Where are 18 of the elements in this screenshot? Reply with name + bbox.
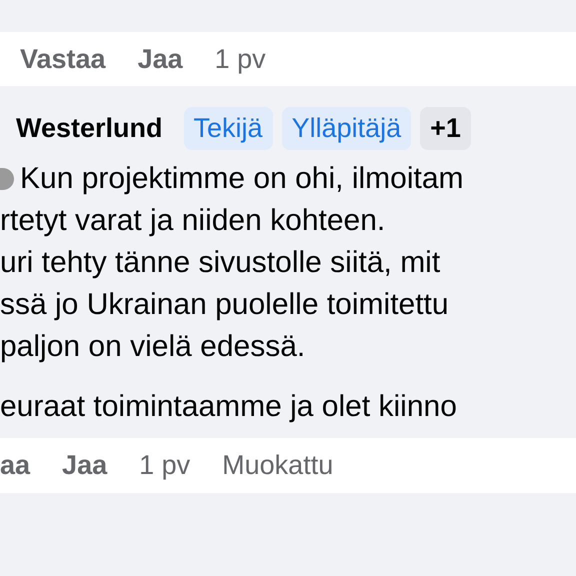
more-badges-button[interactable]: +1 xyxy=(420,106,471,150)
action-link[interactable]: Jaa xyxy=(62,450,108,481)
timestamp-text: Muokattu xyxy=(222,450,334,481)
comment-text: ssä jo Ukrainan puolelle toimitettu xyxy=(0,288,449,322)
comment-text: euraat toimintaamme ja olet kiinno xyxy=(0,390,457,424)
author-name[interactable]: Westerlund xyxy=(16,112,163,144)
action-link[interactable]: aa xyxy=(0,450,30,481)
action-link[interactable]: Vastaa xyxy=(20,44,106,74)
comment-text: Kun projektimme on ohi, ilmoitam xyxy=(20,162,464,196)
comment-text: uri tehty tänne sivustolle siitä, mit xyxy=(0,246,440,280)
action-link[interactable]: Jaa xyxy=(138,44,183,74)
comment-text: paljon on vielä edessä. xyxy=(0,330,306,364)
comment-text: rtetyt varat ja niiden kohteen. xyxy=(0,204,386,238)
role-badge: Tekijä xyxy=(184,106,273,150)
emoji-icon xyxy=(0,168,14,190)
timestamp-text: 1 pv xyxy=(214,44,266,74)
timestamp-text: 1 pv xyxy=(139,450,190,481)
role-badge: Ylläpitäjä xyxy=(282,106,412,150)
